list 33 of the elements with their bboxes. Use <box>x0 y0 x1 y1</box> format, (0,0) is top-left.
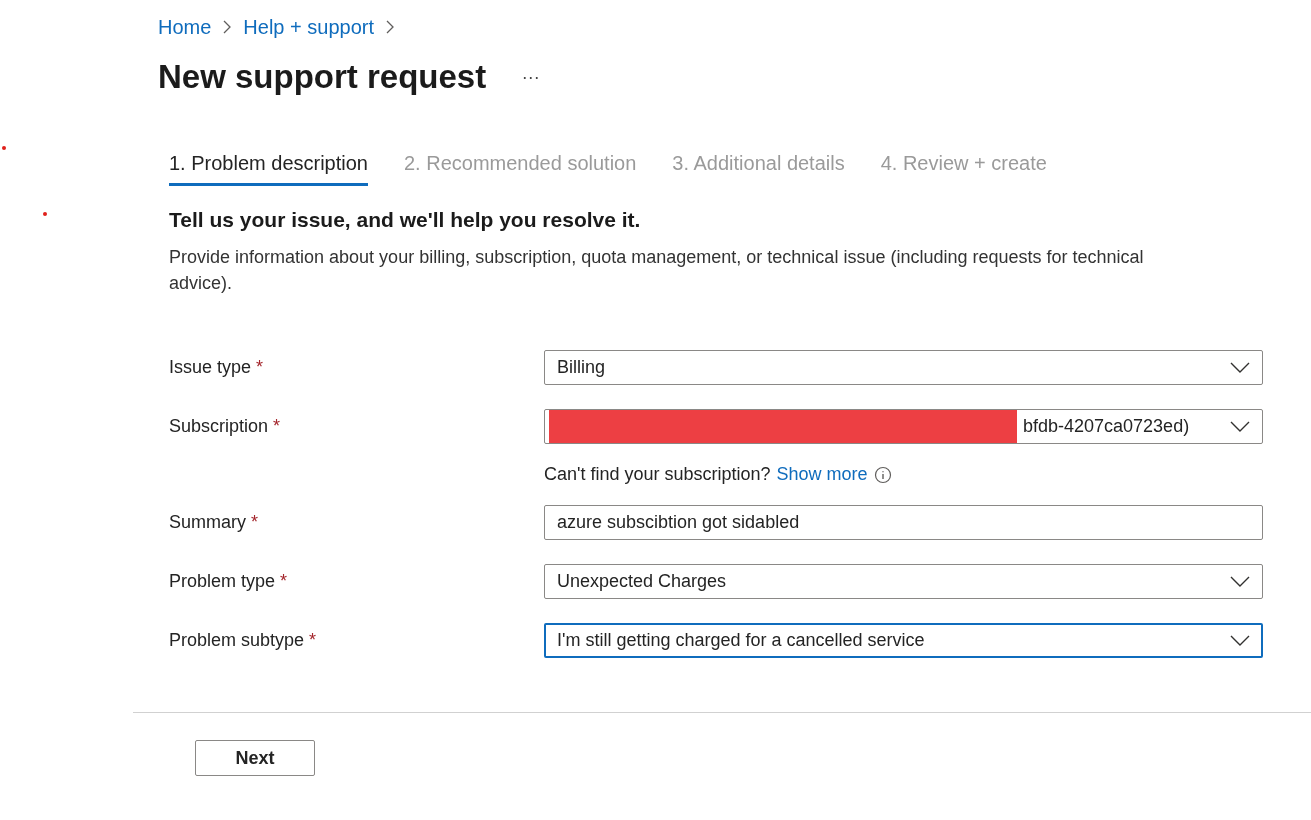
next-button[interactable]: Next <box>195 740 315 776</box>
dropdown-field[interactable]: bfdb-4207ca0723ed) <box>544 409 1263 444</box>
more-options-button[interactable]: ... <box>522 62 541 84</box>
breadcrumb-link[interactable]: Home <box>158 15 212 39</box>
hint-text: Can't find your subscription? <box>544 464 771 485</box>
info-icon <box>873 465 892 484</box>
required-mark: * <box>256 357 264 378</box>
caret-icon <box>1230 575 1250 588</box>
field-label: Problem type <box>169 571 276 592</box>
field-label: Problem subtype <box>169 630 305 651</box>
caret-icon <box>1230 420 1250 433</box>
caret-icon <box>1230 361 1250 374</box>
field-label: Issue type <box>169 357 252 378</box>
required-mark: * <box>280 571 288 592</box>
field-label: Subscription <box>169 416 269 437</box>
dropdown-field[interactable]: Billing <box>544 350 1263 385</box>
show-more-link[interactable]: Show more <box>776 464 868 485</box>
required-mark: * <box>273 416 281 437</box>
annotation-dot <box>2 146 6 150</box>
required-mark: * <box>309 630 317 651</box>
input-field[interactable]: azure subscibtion got sidabled <box>544 505 1263 540</box>
breadcrumb-link[interactable]: Help + support <box>243 15 374 39</box>
caret-icon <box>1230 634 1250 647</box>
section-description: Provide information about your billing, subscription, quota management, or technical issue (including requests for technical advice). <box>169 246 1145 295</box>
required-mark: * <box>251 512 259 533</box>
step-tab[interactable]: 1. Problem description <box>169 149 368 186</box>
dropdown-field[interactable]: I'm still getting charged for a cancelled service <box>544 623 1263 658</box>
chevron-icon <box>384 19 396 35</box>
page-title: New support request <box>158 58 487 96</box>
annotation-dot <box>43 212 47 216</box>
field-label: Summary <box>169 512 246 533</box>
dropdown-field[interactable]: Unexpected Charges <box>544 564 1263 599</box>
section-heading: Tell us your issue, and we'll help you resolve it. <box>169 208 642 232</box>
